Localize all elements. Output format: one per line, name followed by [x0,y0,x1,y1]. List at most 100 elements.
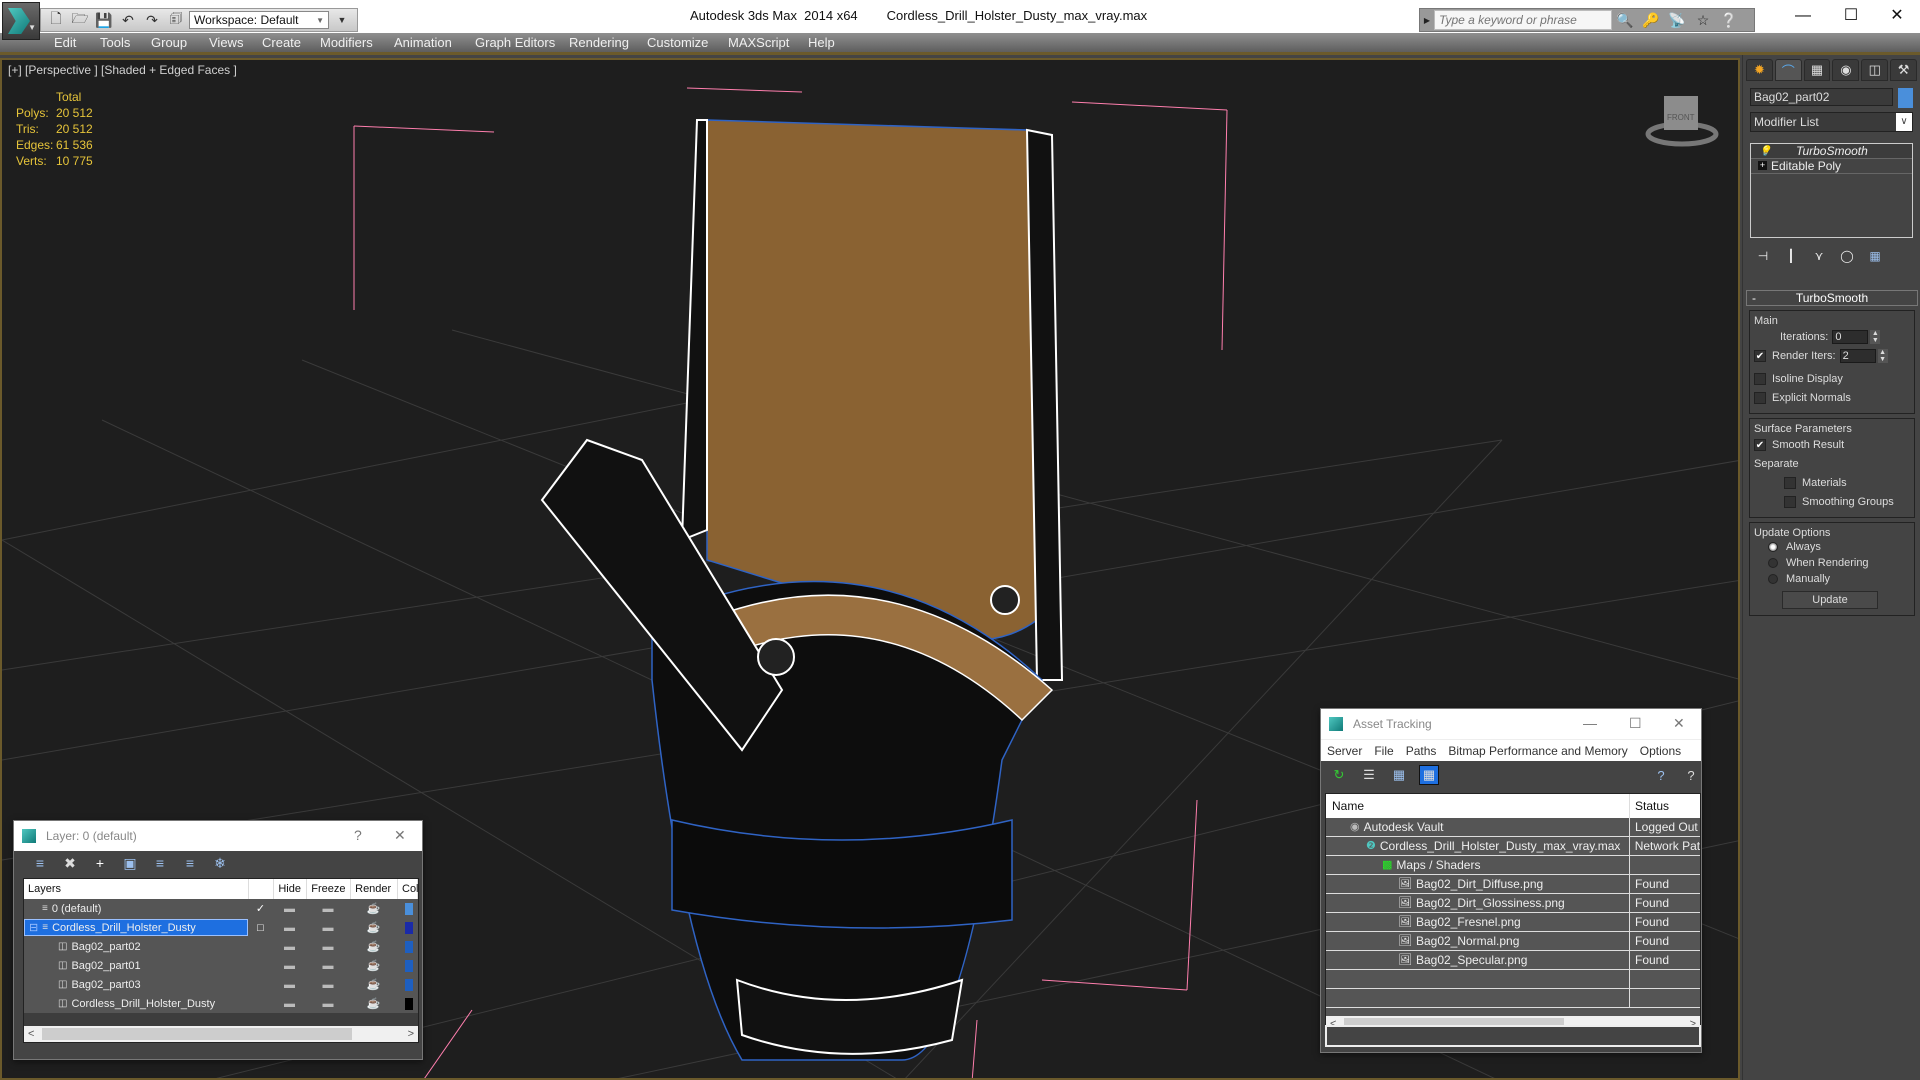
column-header[interactable]: Status [1630,794,1669,818]
menu-options[interactable]: Options [1640,740,1681,761]
menu-paths[interactable]: Paths [1406,740,1437,761]
collapse-icon[interactable]: ⊟ [29,921,38,934]
scroll-right-icon[interactable]: > [408,1026,414,1042]
menu-edit[interactable]: Edit [54,35,76,50]
menu-server[interactable]: Server [1327,740,1362,761]
object-color-swatch[interactable] [405,940,413,953]
satellite-icon[interactable]: 📡 [1664,12,1690,29]
workspace-dropdown[interactable]: Workspace: Default ▼ [189,11,329,29]
layer-row[interactable]: ⊟ ≡ Cordless_Drill_Holster_Dusty □ ▬ ▬ ☕ [24,918,418,937]
menu-file[interactable]: File [1374,740,1393,761]
application-menu-button[interactable]: ▼ [2,2,40,40]
modify-tab-icon[interactable]: ⌒ [1774,59,1802,81]
menu-group[interactable]: Group [151,35,187,50]
object-row[interactable]: ◫ Bag02_part02 ▬ ▬ ☕ [24,937,418,956]
menu-animation[interactable]: Animation [394,35,452,50]
freeze-toggle[interactable]: ▬ [306,998,350,1010]
configure-sets-icon[interactable]: ▦ [1866,249,1884,263]
render-teapot-icon[interactable]: ☕ [350,940,397,953]
modifier-list-dropdown[interactable]: Modifier List ∨ [1750,112,1913,132]
asset-row[interactable]: 🖼 Bag02_Normal.png Found [1326,932,1700,951]
menu-views[interactable]: Views [209,35,243,50]
search-input[interactable] [1434,10,1612,30]
customize-toolbar-icon[interactable]: ▼ [331,10,353,30]
menu-bitmap-performance[interactable]: Bitmap Performance and Memory [1448,740,1627,761]
help-icon[interactable]: ❔ [1716,12,1742,29]
object-name-field[interactable]: Bag02_part02 [1750,88,1893,106]
expand-icon[interactable]: ▶ [1420,16,1434,25]
create-tab-icon[interactable]: ✹ [1746,59,1773,81]
project-folder-icon[interactable]: 🗊 [165,10,187,30]
iterations-spinner[interactable]: 0 [1832,329,1869,344]
smoothing-groups-checkbox[interactable] [1784,495,1796,508]
render-teapot-icon[interactable]: ☕ [350,959,397,972]
menu-tools[interactable]: Tools [100,35,130,50]
asset-row[interactable]: ❷ Cordless_Drill_Holster_Dusty_max_vray.m… [1326,837,1700,856]
hide-toggle[interactable]: ▬ [273,979,306,991]
hide-toggle[interactable]: ▬ [273,903,306,915]
remove-modifier-icon[interactable]: ◯ [1838,249,1856,263]
freeze-toggle[interactable]: ▬ [306,960,350,972]
expand-icon[interactable]: + [1758,161,1767,170]
add-to-layer-icon[interactable]: + [89,855,111,871]
column-header[interactable]: Hide [274,879,308,899]
layer-color-swatch[interactable] [405,902,413,915]
hierarchy-tab-icon[interactable]: ▦ [1803,59,1831,81]
maximize-button[interactable]: ☐ [1629,715,1642,732]
refresh-icon[interactable]: ↻ [1329,765,1349,785]
stack-item-editable-poly[interactable]: + Editable Poly [1751,159,1912,174]
motion-tab-icon[interactable]: ◉ [1832,59,1860,81]
isoline-display-checkbox[interactable] [1754,372,1766,385]
dialog-title-bar[interactable]: Asset Tracking — ☐ ✕ [1321,709,1701,739]
layer-color-swatch[interactable] [405,921,413,934]
menu-graph-editors[interactable]: Graph Editors [475,35,555,50]
show-end-result-icon[interactable]: ┃ [1782,249,1800,263]
utilities-tab-icon[interactable]: ⚒ [1890,59,1917,81]
undo-icon[interactable]: ↶ [117,10,139,30]
explicit-normals-checkbox[interactable] [1754,391,1766,404]
asset-row[interactable]: 🖼 Bag02_Specular.png Found [1326,951,1700,970]
stack-item-turbosmooth[interactable]: 💡 TurboSmooth [1751,144,1912,159]
object-row[interactable]: ◫ Bag02_part03 ▬ ▬ ☕ [24,975,418,994]
select-layer-icon[interactable]: ≡ [149,855,171,871]
column-header[interactable]: Name [1326,794,1630,818]
redo-icon[interactable]: ↷ [141,10,163,30]
menu-customize[interactable]: Customize [647,35,708,50]
object-row[interactable]: ◫ Cordless_Drill_Holster_Dusty ▬ ▬ ☕ [24,994,418,1013]
column-header[interactable]: Layers [24,879,250,899]
asset-status-field[interactable] [1325,1025,1701,1047]
key-icon[interactable]: 🔑 [1638,12,1664,29]
smooth-result-checkbox[interactable]: ✔ [1754,438,1766,451]
table-view-icon[interactable]: ▦ [1419,765,1439,785]
freeze-toggle[interactable]: ▬ [306,903,350,915]
render-teapot-icon[interactable]: ☕ [350,921,397,934]
asset-row[interactable]: 🖼 Bag02_Fresnel.png Found [1326,913,1700,932]
menu-create[interactable]: Create [262,35,301,50]
open-file-icon[interactable]: 🗁 [69,10,91,30]
render-teapot-icon[interactable]: ☕ [350,978,397,991]
close-button[interactable]: ✕ [394,827,406,844]
lightbulb-icon[interactable]: 💡 [1759,145,1771,159]
object-color-swatch[interactable] [1898,88,1913,108]
asset-row[interactable]: 🖼 Bag02_Dirt_Diffuse.png Found [1326,875,1700,894]
minimize-button[interactable]: — [1780,4,1826,28]
menu-rendering[interactable]: Rendering [569,35,629,50]
horizontal-scrollbar[interactable]: < > [24,1026,418,1042]
object-row[interactable]: ◫ Bag02_part01 ▬ ▬ ☕ [24,956,418,975]
menu-modifiers[interactable]: Modifiers [320,35,373,50]
object-color-swatch[interactable] [405,959,413,972]
viewport-label[interactable]: [+] [Perspective ] [Shaded + Edged Faces… [8,63,237,77]
list-view-icon[interactable]: ☰ [1359,765,1379,785]
close-button[interactable]: ✕ [1874,4,1920,28]
column-header[interactable] [249,879,275,899]
asset-row[interactable]: ▩ Maps / Shaders [1326,856,1700,875]
freeze-toggle[interactable]: ▬ [306,941,350,953]
pin-stack-icon[interactable]: ⊣ [1754,249,1772,263]
save-icon[interactable]: 💾 [93,10,115,30]
render-teapot-icon[interactable]: ☕ [350,902,397,915]
column-header[interactable]: Col [398,879,419,899]
thumbnail-view-icon[interactable]: ▦ [1389,765,1409,785]
spinner-arrows-icon[interactable]: ▲ ▼ [1870,329,1881,344]
help-icon[interactable]: ? [1681,765,1701,785]
help-button[interactable]: ? [354,827,362,843]
